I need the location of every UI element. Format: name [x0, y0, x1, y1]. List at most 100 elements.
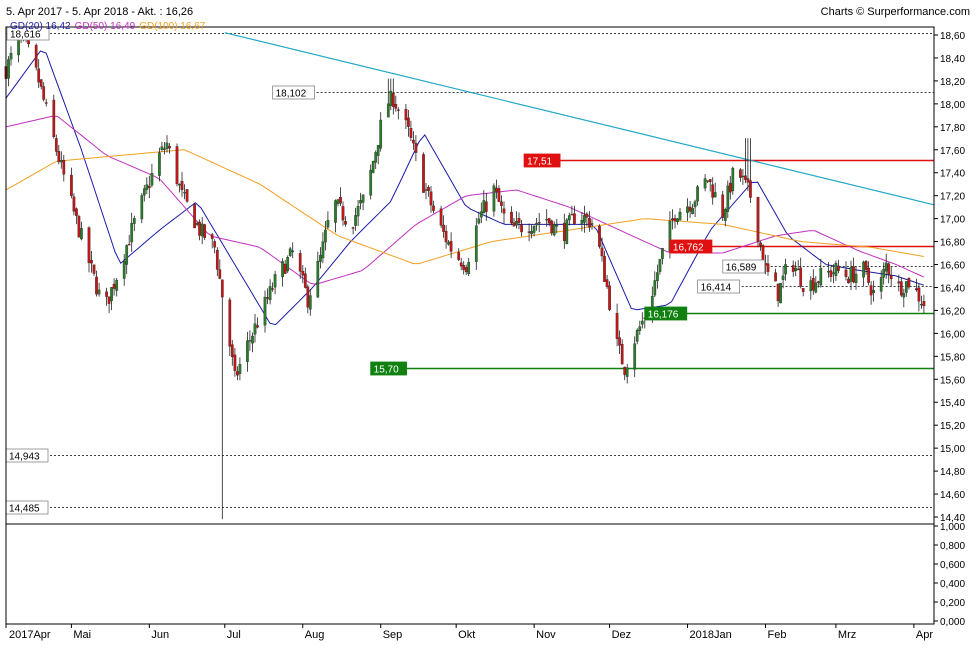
candle-body [115, 280, 119, 291]
date-tick-label: Mai [73, 629, 91, 641]
candle-body [633, 343, 637, 370]
candle-body [920, 303, 923, 306]
candle-body [462, 265, 466, 270]
candle-body [271, 288, 274, 290]
candle-body [298, 253, 302, 272]
candle-body [422, 154, 425, 193]
candle-body [832, 272, 835, 274]
candle-body [693, 201, 697, 208]
candle-body [562, 222, 566, 242]
candle-body [75, 208, 78, 216]
candle-body [585, 213, 589, 218]
candle-body [273, 274, 277, 288]
level-badge-label: 14,943 [9, 451, 40, 462]
candle-body [301, 270, 305, 276]
candle-body [495, 187, 498, 192]
candle-body [374, 152, 378, 163]
candle-body [532, 225, 536, 233]
date-tick-label: Dez [612, 629, 632, 641]
candle-body [550, 220, 554, 234]
candle-body [625, 367, 629, 377]
candle-body [442, 224, 445, 232]
candle-body [638, 326, 642, 331]
stock-chart: 18,61618,10217,5116,76216,58916,41416,17… [0, 0, 980, 650]
candle-body [774, 272, 777, 282]
candle-body [535, 222, 538, 226]
candle-body [42, 86, 46, 100]
candle-body [203, 224, 207, 238]
candle-body [70, 174, 73, 196]
candle-body [444, 230, 448, 243]
candle-body [467, 262, 471, 275]
candle-body [899, 281, 903, 296]
candle-body [530, 231, 533, 235]
candle-body [142, 188, 146, 196]
date-tick-label: Apr [916, 629, 933, 641]
candle-body [59, 160, 63, 163]
candle-body [288, 248, 292, 256]
candle-body [904, 281, 908, 293]
candle-body [407, 117, 410, 127]
level-badge-label: 18,102 [276, 88, 307, 99]
candle-body [447, 242, 450, 245]
candle-body [915, 288, 918, 291]
candle-body [708, 179, 712, 183]
price-tick-label: 15,20 [940, 421, 965, 432]
candle-body [429, 191, 433, 206]
price-tick-label: 18,60 [940, 31, 965, 42]
candle-body [183, 192, 186, 194]
candle-body [334, 200, 337, 223]
candle-body [210, 234, 214, 239]
candle-body [711, 184, 715, 198]
candle-body [107, 296, 111, 304]
candle-body [163, 148, 166, 150]
candle-body [603, 256, 606, 282]
candle-body [439, 208, 443, 226]
candle-body [150, 173, 154, 186]
candle-body [112, 283, 116, 289]
candle-body [869, 285, 873, 296]
candle-body [867, 267, 870, 283]
candle-body [344, 221, 347, 225]
candle-body [132, 218, 136, 224]
level-badge-label: 17,51 [527, 156, 552, 167]
candle-body [321, 241, 325, 259]
level-badge-label: 15,70 [374, 364, 399, 375]
price-tick-label: 15,80 [940, 352, 965, 363]
candle-body [283, 263, 287, 274]
candle-body [844, 269, 848, 277]
candle-body [218, 269, 222, 279]
candle-body [34, 44, 38, 68]
candle-body [77, 216, 81, 238]
volume-tick-label: 1,000 [940, 522, 965, 533]
candle-body [902, 293, 906, 298]
candle-body [573, 213, 576, 224]
candle-body [37, 68, 41, 83]
candle-body [661, 248, 664, 259]
candle-body [796, 268, 800, 271]
candle-body [306, 286, 310, 308]
price-tick-label: 17,00 [940, 215, 965, 226]
candle-body [54, 138, 58, 152]
candle-body [303, 273, 307, 288]
price-tick-label: 16,40 [940, 283, 965, 294]
candle-body [263, 296, 267, 326]
candle-body [92, 264, 96, 274]
candle-body [811, 278, 815, 291]
candle-body [248, 340, 252, 342]
volume-tick-label: 0,200 [940, 598, 965, 609]
candle-body [864, 260, 868, 270]
candle-body [779, 282, 782, 304]
date-tick-label: 2017Apr [9, 629, 51, 641]
candle-body [44, 102, 48, 104]
candle-body [484, 201, 488, 212]
candle-body [731, 167, 735, 192]
candle-body [696, 186, 699, 202]
candle-body [620, 343, 624, 365]
candle-body [459, 262, 463, 267]
level-badge-label: 16,414 [701, 282, 732, 293]
candle-body [862, 261, 865, 278]
candle-body [457, 252, 461, 260]
candle-body [741, 175, 745, 178]
candle-body [251, 335, 254, 344]
